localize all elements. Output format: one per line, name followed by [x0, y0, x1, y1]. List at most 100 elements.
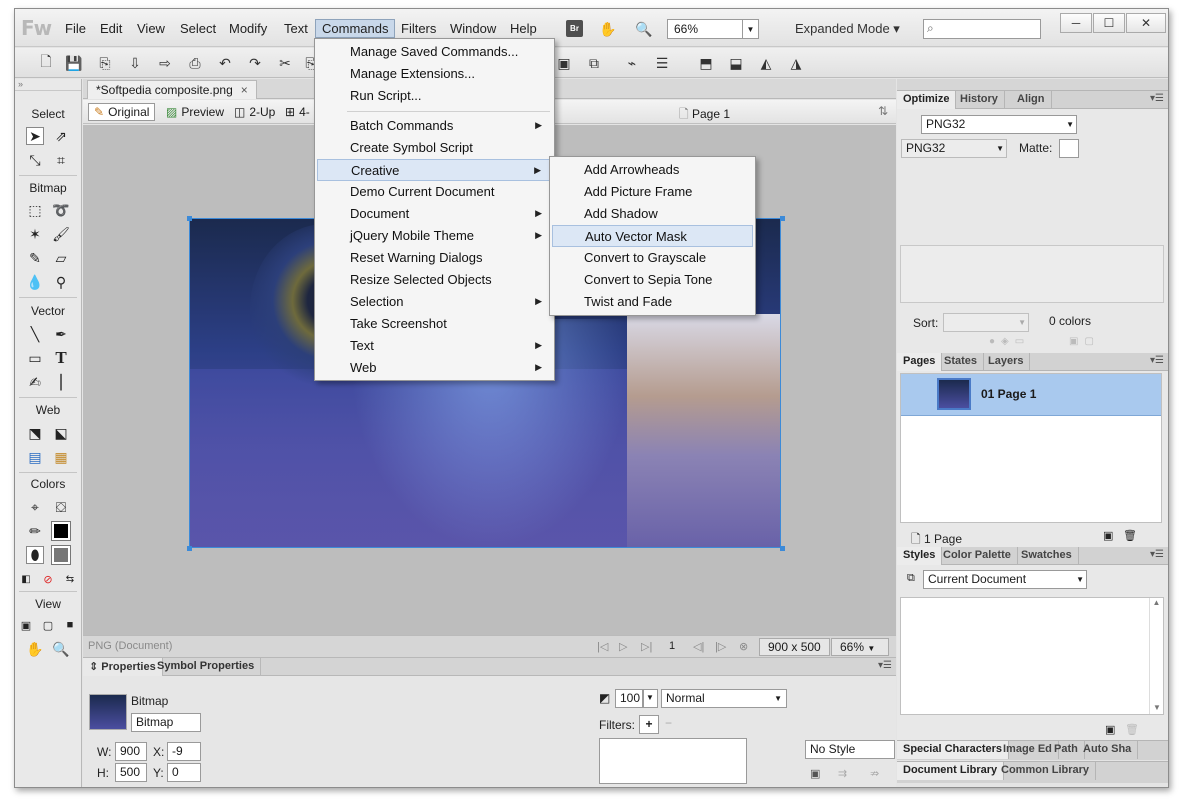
view-2up-button[interactable]: ◫ 2-Up [229, 103, 280, 121]
selection-handle[interactable] [780, 216, 785, 221]
cut-icon[interactable]: ✂ [276, 54, 294, 72]
delete-style-icon[interactable]: 🗑 [1125, 723, 1139, 736]
no-color-icon[interactable]: ⊘ [39, 570, 57, 588]
eyedropper-tool-icon[interactable]: ⌖ [26, 498, 44, 516]
stroke-color-swatch[interactable] [51, 521, 71, 541]
tab-states[interactable]: States [938, 353, 985, 371]
tab-align[interactable]: Align [1011, 91, 1052, 109]
menu-item-creative[interactable]: Creative ▶ [317, 159, 552, 181]
height-field[interactable]: 500 [115, 763, 147, 782]
new-page-icon[interactable]: ▣ [1103, 529, 1113, 542]
view-preview-button[interactable]: ▨ Preview [161, 103, 229, 121]
full-screen-icon[interactable]: ■ [61, 616, 79, 634]
maximize-button[interactable]: ☐ [1093, 13, 1125, 33]
selection-handle[interactable] [187, 546, 192, 551]
crop-tool-icon[interactable]: ⌗ [52, 151, 70, 169]
filters-list[interactable] [599, 738, 747, 784]
undo-icon[interactable]: ↶ [216, 54, 234, 72]
stroke-color-icon[interactable]: ✏ [26, 522, 44, 540]
selection-handle[interactable] [187, 216, 192, 221]
print-icon[interactable]: ⎙ [186, 54, 204, 72]
tab-common-library[interactable]: Common Library [995, 762, 1097, 780]
matte-color-swatch[interactable] [1059, 139, 1079, 158]
last-frame-icon[interactable]: ▷| [641, 640, 652, 653]
menu-file[interactable]: File [59, 20, 92, 37]
redefine-style-icon[interactable]: ⇉ [838, 767, 847, 780]
menu-item-resize-selected-objects[interactable]: Resize Selected Objects [317, 269, 552, 291]
tab-pages[interactable]: Pages [897, 353, 943, 371]
menu-item-create-symbol-script[interactable]: Create Symbol Script [317, 137, 552, 159]
tab-auto-shape[interactable]: Auto Sha [1077, 741, 1139, 759]
submenu-add-shadow[interactable]: Add Shadow [552, 203, 753, 225]
style-select[interactable]: No Style [805, 740, 895, 759]
tab-swatches[interactable]: Swatches [1015, 547, 1079, 565]
new-style-icon[interactable]: ▣ [1105, 723, 1115, 736]
tab-styles[interactable]: Styles [897, 547, 943, 565]
submenu-twist-and-fade[interactable]: Twist and Fade [552, 291, 753, 313]
subselect-tool-icon[interactable]: ⇗ [52, 127, 70, 145]
eraser-tool-icon[interactable]: ▱ [52, 249, 70, 267]
close-tab-icon[interactable]: × [241, 83, 248, 97]
selection-handle[interactable] [780, 546, 785, 551]
submenu-add-picture-frame[interactable]: Add Picture Frame [552, 181, 753, 203]
current-page-label[interactable]: 🗋 Page 1 [679, 105, 730, 126]
redo-icon[interactable]: ↷ [246, 54, 264, 72]
save-icon[interactable]: 💾 [65, 54, 83, 72]
slice-tool-icon[interactable]: ⬕ [52, 424, 70, 442]
canvas-size[interactable]: 900 x 500 [759, 638, 830, 656]
panel-menu-icon[interactable]: ▾☰ [1150, 549, 1164, 560]
styles-list[interactable]: ▲ ▼ [900, 597, 1164, 715]
zoom-tool-icon[interactable]: 🔍 [52, 640, 70, 658]
break-style-icon[interactable]: ⇏ [870, 767, 879, 780]
object-name-field[interactable]: Bitmap [131, 713, 201, 732]
export-format-select[interactable]: PNG32 ▼ [901, 139, 1007, 158]
group-icon[interactable]: ▣ [555, 54, 573, 72]
join-icon[interactable]: ⌁ [623, 54, 641, 72]
page-sort-icon[interactable]: ⇅ [878, 104, 888, 118]
panel-menu-icon[interactable]: ▾☰ [1150, 355, 1164, 366]
prev-frame-icon[interactable]: ◁| [693, 640, 704, 653]
view-original-button[interactable]: ✎ Original [88, 103, 156, 121]
menu-commands[interactable]: Commands [315, 19, 396, 38]
minimize-button[interactable]: ─ [1060, 13, 1092, 33]
menu-modify[interactable]: Modify [223, 20, 273, 37]
styles-scrollbar[interactable]: ▲ ▼ [1149, 598, 1163, 714]
tab-special-characters[interactable]: Special Characters [897, 741, 1010, 759]
submenu-add-arrowheads[interactable]: Add Arrowheads [552, 159, 753, 181]
stop-icon[interactable]: ⊗ [739, 640, 748, 653]
sort-select[interactable]: ▼ [943, 313, 1029, 332]
fill-color-icon[interactable]: ⬮ [26, 546, 44, 564]
color-table-edit-icon[interactable]: ▣▢ [1069, 336, 1100, 347]
align-icon[interactable]: ☰ [653, 54, 671, 72]
page-row[interactable]: 01 Page 1 [901, 374, 1161, 416]
rectangle-tool-icon[interactable]: ▭ [26, 349, 44, 367]
first-frame-icon[interactable]: |◁ [597, 640, 608, 653]
scale-tool-icon[interactable]: ⤡ [26, 151, 44, 169]
paint-bucket-tool-icon[interactable]: ⛋ [52, 498, 70, 516]
arrange-back-icon[interactable]: ⬓ [727, 54, 745, 72]
menu-item-selection[interactable]: Selection ▶ [317, 291, 552, 313]
flip-horizontal-icon[interactable]: ◭ [757, 54, 775, 72]
delete-page-icon[interactable]: 🗑 [1123, 529, 1137, 542]
tab-history[interactable]: History [954, 91, 1005, 109]
menu-item-manage-saved-commands[interactable]: Manage Saved Commands... [317, 41, 552, 63]
magic-wand-tool-icon[interactable]: ✶ [26, 225, 44, 243]
hand-tool-icon[interactable]: ✋ [26, 640, 44, 658]
fill-color-swatch[interactable] [51, 545, 71, 565]
bridge-button[interactable]: Br [566, 20, 583, 37]
view-4up-button[interactable]: ⊞ 4- [280, 103, 315, 121]
ungroup-icon[interactable]: ⧉ [585, 54, 603, 72]
text-tool-icon[interactable]: T [52, 348, 70, 367]
panel-grip-icon[interactable]: » [15, 79, 81, 91]
menu-item-document[interactable]: Document ▶ [317, 203, 552, 225]
lasso-tool-icon[interactable]: ➰ [52, 201, 70, 219]
opacity-dropdown-icon[interactable]: ▼ [643, 689, 658, 708]
knife-tool-icon[interactable]: ⎮ [52, 373, 70, 391]
menu-text[interactable]: Text [278, 20, 314, 37]
search-input[interactable]: ⌕ [923, 19, 1041, 39]
line-tool-icon[interactable]: ╲ [26, 325, 44, 343]
hide-slices-icon[interactable]: ▤ [26, 448, 44, 466]
optimize-preset-select[interactable]: PNG32 ▼ [921, 115, 1077, 134]
pen-tool-icon[interactable]: ✒ [52, 325, 70, 343]
swap-colors-icon[interactable]: ⇆ [61, 570, 79, 588]
